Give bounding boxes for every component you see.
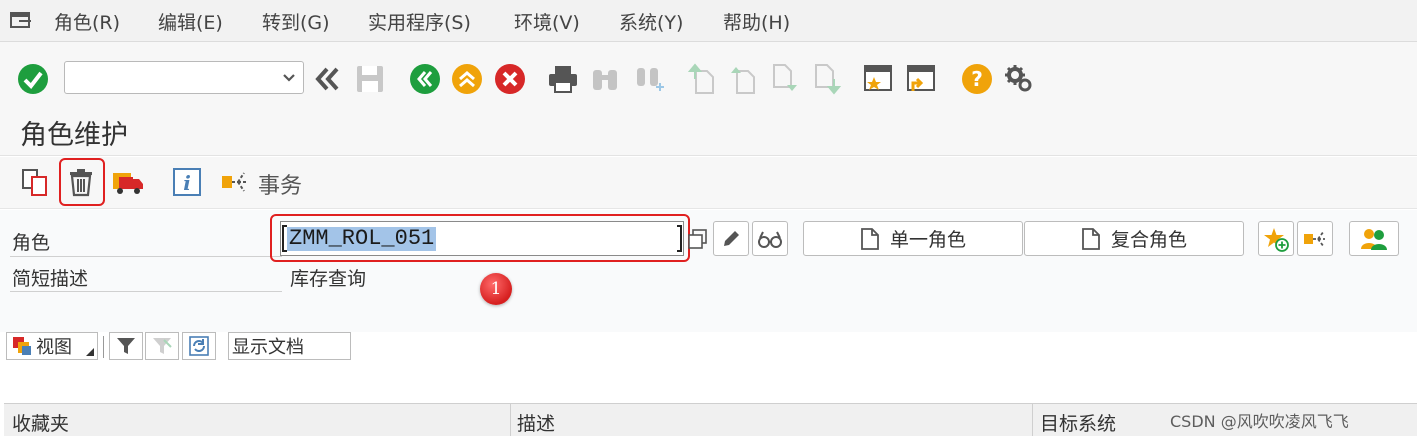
page-title: 角色维护 xyxy=(20,120,128,151)
dropdown-corner-icon xyxy=(86,348,94,356)
refresh-icon xyxy=(189,336,209,356)
back-icon[interactable] xyxy=(408,62,442,96)
edit-pencil-button[interactable] xyxy=(713,221,749,256)
menu-help[interactable]: 帮助(H) xyxy=(723,8,790,35)
cancel-icon[interactable] xyxy=(493,62,527,96)
toolbar-separator xyxy=(103,336,104,358)
refresh-button[interactable] xyxy=(182,332,216,360)
view-icon xyxy=(13,337,31,355)
composite-role-label: 复合角色 xyxy=(1110,229,1187,251)
display-glasses-button[interactable] xyxy=(752,221,788,256)
add-favorite-button[interactable] xyxy=(1258,221,1294,256)
transport-truck-icon[interactable] xyxy=(111,165,145,199)
role-label: 角色 xyxy=(12,232,51,254)
single-role-label: 单一角色 xyxy=(889,229,966,251)
customize-layout-icon[interactable] xyxy=(1002,62,1036,96)
shortcut-icon[interactable] xyxy=(904,62,938,96)
document-icon xyxy=(1082,227,1100,250)
column-separator[interactable] xyxy=(510,404,511,436)
command-field[interactable] xyxy=(64,61,304,94)
users-icon xyxy=(1361,228,1387,250)
command-input[interactable] xyxy=(71,66,271,89)
delete-filter-icon xyxy=(153,338,172,354)
menu-goto[interactable]: 转到(G) xyxy=(262,8,330,35)
annotation-highlight-role xyxy=(270,214,690,262)
document-icon xyxy=(861,227,879,250)
menu-role[interactable]: 角色(R) xyxy=(54,8,120,35)
last-page-icon xyxy=(810,62,844,96)
menu-environment[interactable]: 环境(V) xyxy=(514,8,580,35)
view-button[interactable]: 视图 xyxy=(6,332,98,360)
column-separator[interactable] xyxy=(1032,404,1033,436)
first-page-icon xyxy=(685,62,719,96)
previous-page-icon xyxy=(726,62,760,96)
new-session-icon[interactable] xyxy=(861,62,895,96)
svg-text:?: ? xyxy=(971,67,983,91)
next-page-icon xyxy=(768,62,802,96)
composite-role-button[interactable]: 复合角色 xyxy=(1024,221,1244,256)
short-description-label: 简短描述 xyxy=(12,268,89,290)
title-area xyxy=(0,102,1417,156)
menu-edit[interactable]: 编辑(E) xyxy=(158,8,223,35)
column-header-target-system[interactable]: 目标系统 xyxy=(1040,409,1116,436)
copy-icon[interactable] xyxy=(18,165,52,199)
role-tree-button[interactable] xyxy=(1297,221,1333,256)
short-description-underline xyxy=(10,291,282,292)
user-assignment-button[interactable] xyxy=(1349,221,1399,256)
command-field-dropdown-icon[interactable] xyxy=(281,69,297,85)
help-icon[interactable]: ? xyxy=(960,62,994,96)
collapse-icon[interactable] xyxy=(310,62,344,96)
short-description-value: 库存查询 xyxy=(290,268,367,290)
find-next-icon xyxy=(632,62,666,96)
single-role-button[interactable]: 单一角色 xyxy=(803,221,1023,256)
delete-filter-button xyxy=(145,332,179,360)
exit-icon[interactable] xyxy=(450,62,484,96)
annotation-badge-1: 1 xyxy=(480,273,512,305)
tree-icon xyxy=(1304,229,1325,248)
info-icon[interactable]: i xyxy=(170,165,204,199)
view-label: 视图 xyxy=(36,337,72,358)
role-label-underline xyxy=(10,256,282,257)
column-header-description[interactable]: 描述 xyxy=(517,409,555,436)
filter-icon xyxy=(117,338,135,354)
menu-utilities[interactable]: 实用程序(S) xyxy=(368,8,471,35)
value-help-icon[interactable] xyxy=(687,228,709,250)
show-documentation-button[interactable]: 显示文档 xyxy=(228,332,351,360)
application-toolbar xyxy=(0,157,1417,209)
find-icon xyxy=(588,62,622,96)
print-icon[interactable] xyxy=(546,62,580,96)
transaction-label[interactable]: 事务 xyxy=(258,168,302,200)
column-header-favorites[interactable]: 收藏夹 xyxy=(12,409,69,436)
save-icon xyxy=(353,62,387,96)
glasses-icon xyxy=(758,231,782,248)
filter-button[interactable] xyxy=(109,332,143,360)
pencil-icon xyxy=(724,230,739,246)
watermark: CSDN @风吹吹凌风飞飞 xyxy=(1170,412,1349,431)
annotation-highlight-delete xyxy=(59,158,105,206)
star-add-icon xyxy=(1264,227,1289,252)
transaction-tree-icon[interactable] xyxy=(218,165,252,199)
enter-check-icon[interactable] xyxy=(16,62,50,96)
menu-icon[interactable] xyxy=(10,11,32,31)
svg-text:i: i xyxy=(183,171,191,195)
menu-system[interactable]: 系统(Y) xyxy=(619,8,683,35)
